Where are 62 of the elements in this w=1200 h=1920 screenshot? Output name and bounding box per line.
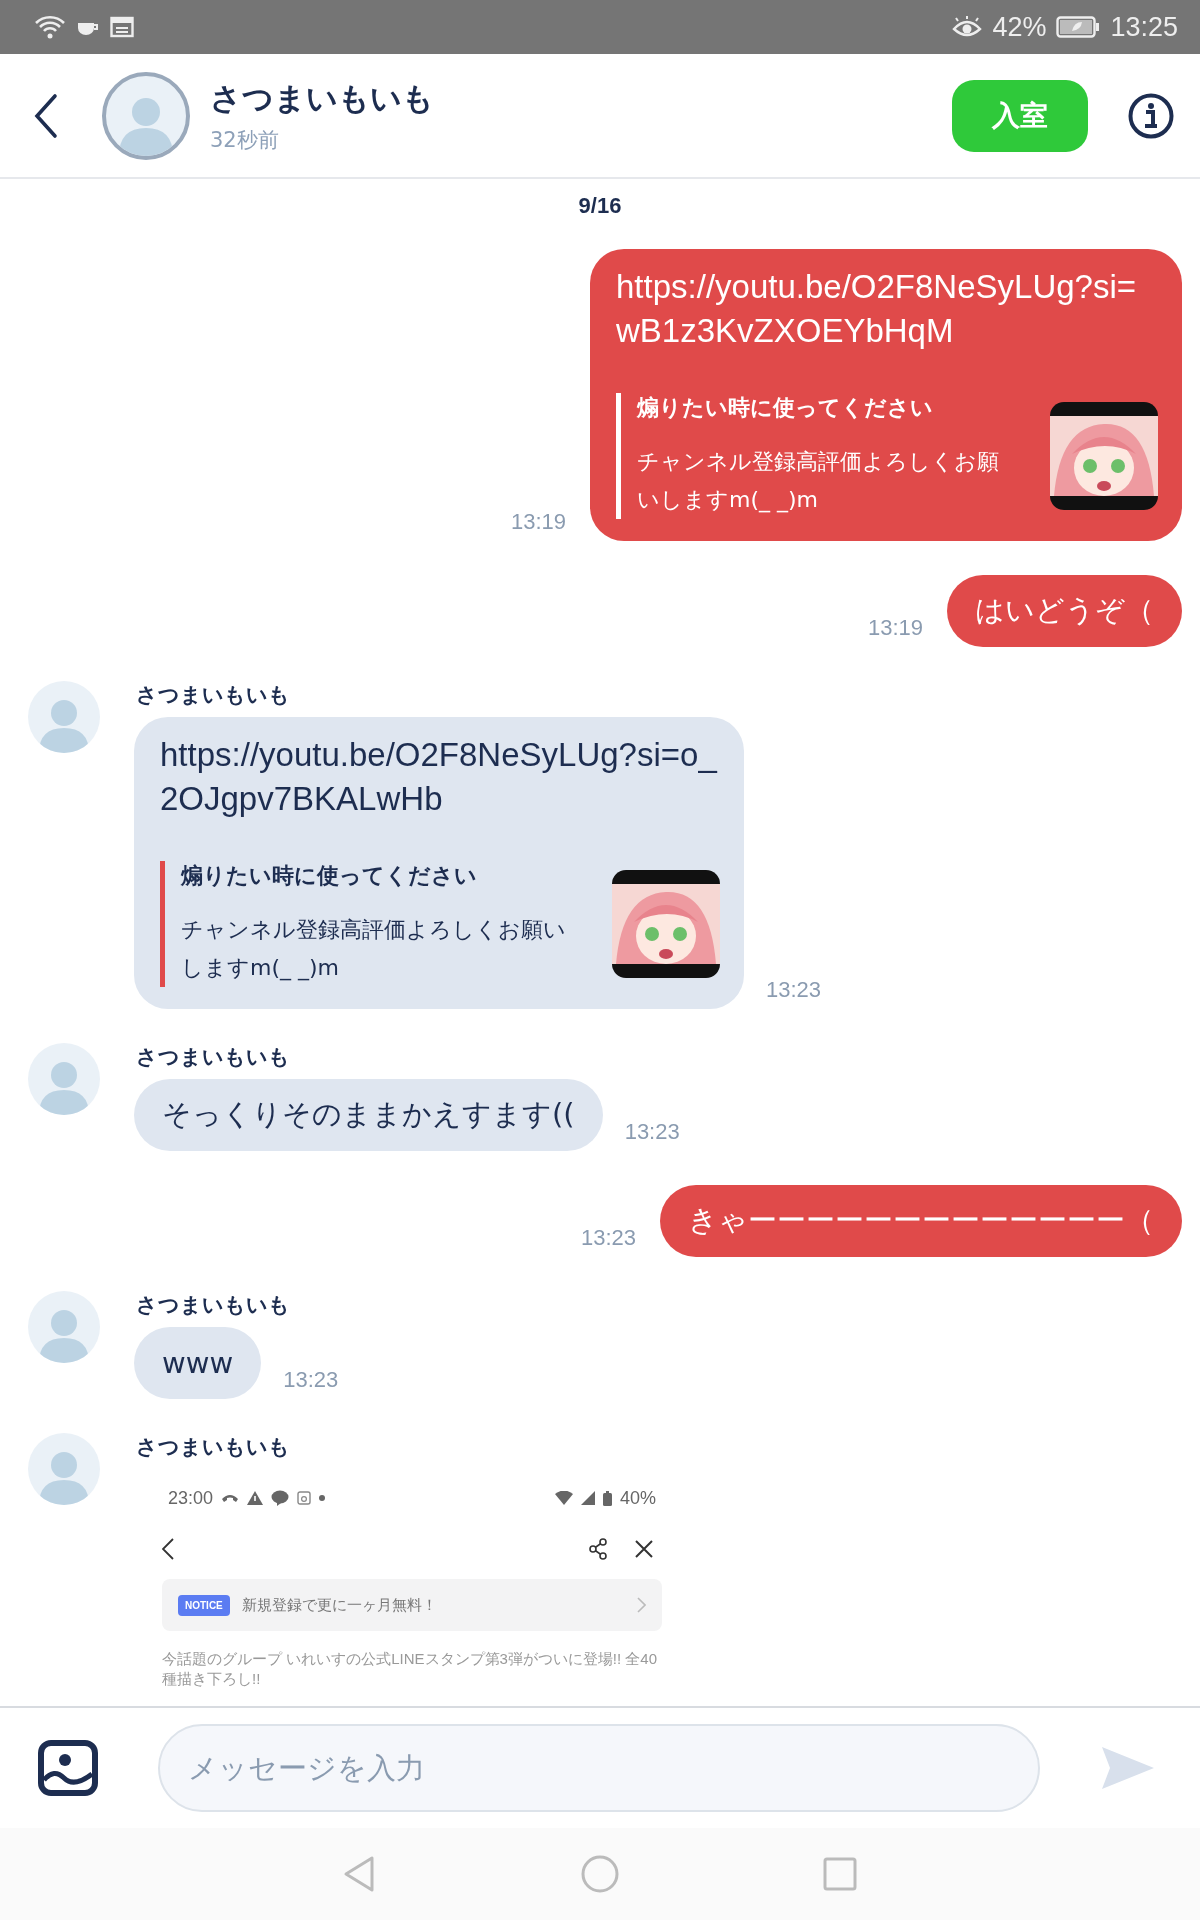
app-square-icon <box>297 1491 312 1505</box>
image-button[interactable] <box>38 1740 98 1796</box>
message-input-field[interactable]: メッセージを入力 <box>158 1724 1040 1812</box>
message-time: 13:23 <box>624 1119 680 1146</box>
enter-room-button[interactable]: 入室 <box>952 79 1088 152</box>
link-message-bubble[interactable]: https://youtu.be/O2F8NeSyLUg?si=wB1z3KvZXOEYbHqM 煽りたい時に使ってください チャンネル登録高評価よろしくお願いしますm(_ _)m <box>590 249 1182 541</box>
sender-name: さつまいもいも <box>135 682 291 709</box>
preview-title: 煽りたい時に使ってください <box>637 394 934 422</box>
eye-icon <box>952 16 983 38</box>
message-time: 13:19 <box>867 615 923 642</box>
screenshot-battery: 40% <box>619 1487 656 1509</box>
battery-icon <box>602 1490 612 1506</box>
back-icon <box>34 92 58 139</box>
battery-icon <box>1056 16 1101 38</box>
date-divider: 9/16 <box>578 193 622 219</box>
wifi-icon <box>34 14 66 40</box>
preview-description: チャンネル登録高評価よろしくお願いしますm(_ _)m <box>637 448 1000 515</box>
message-time: 13:19 <box>510 509 566 536</box>
image-icon <box>38 1740 98 1796</box>
chevron-icon <box>637 1597 646 1613</box>
back-icon <box>162 1538 174 1560</box>
last-seen-text: 32秒前 <box>210 126 280 154</box>
link-message-bubble[interactable]: https://youtu.be/O2F8NeSyLUg?si=o_2OJgpv7BKALwHb 煽りたい時に使ってください チャンネル登録高評価よろしくお願いしますm(_ _)m <box>134 717 744 1009</box>
message-bubble: www <box>134 1327 262 1399</box>
signal-icon <box>580 1491 595 1505</box>
contact-name: さつまいもいも <box>210 78 434 118</box>
info-icon <box>1128 92 1174 139</box>
calendar-icon <box>110 16 134 38</box>
circle-icon <box>580 1854 620 1894</box>
home-nav-button[interactable] <box>580 1854 620 1894</box>
send-icon <box>1100 1745 1156 1791</box>
battery-percent: 42% <box>992 11 1047 43</box>
message-time: 13:23 <box>766 977 822 1004</box>
screenshot-time: 23:00 <box>168 1487 214 1509</box>
sender-name: さつまいもいも <box>135 1434 291 1461</box>
sender-name: さつまいもいも <box>135 1292 291 1319</box>
wifi-icon <box>554 1491 573 1505</box>
link-preview[interactable]: 煽りたい時に使ってください チャンネル登録高評価よろしくお願いしますm(_ _)m <box>616 393 1158 519</box>
preview-description: チャンネル登録高評価よろしくお願いしますm(_ _)m <box>181 916 567 983</box>
message-time: 13:23 <box>580 1225 636 1252</box>
message-bubble: はいどうぞ（ <box>947 575 1182 647</box>
info-button[interactable] <box>1128 92 1174 139</box>
sender-name: さつまいもいも <box>135 1044 291 1071</box>
clock-time: 13:25 <box>1110 11 1178 43</box>
message-time: 13:23 <box>283 1367 339 1394</box>
message-bubble: きゃーーーーーーーーーーーーー（ <box>660 1185 1182 1257</box>
link-url: https://youtu.be/O2F8NeSyLUg?si=o_2OJgpv7BKALwHb <box>160 735 719 819</box>
message-bubble: そっくりそのままかえすます(( <box>134 1079 603 1151</box>
warning-icon <box>247 1491 264 1505</box>
notice-badge: NOTICE <box>178 1594 230 1616</box>
notice-banner[interactable]: NOTICE 新規登録で更に一ヶ月無料！ <box>162 1579 662 1631</box>
back-button[interactable] <box>34 92 58 139</box>
notice-text: 新規登録で更に一ヶ月無料！ <box>241 1595 438 1615</box>
link-preview[interactable]: 煽りたい時に使ってください チャンネル登録高評価よろしくお願いしますm(_ _)m <box>160 861 720 987</box>
link-url: https://youtu.be/O2F8NeSyLUg?si=wB1z3KvZXOEYbHqM <box>616 267 1138 351</box>
send-button[interactable] <box>1100 1745 1156 1791</box>
share-icon <box>588 1538 608 1560</box>
close-icon <box>634 1539 654 1559</box>
preview-title: 煽りたい時に使ってください <box>181 862 478 890</box>
article-text: 今話題のグループ いれいすの公式LINEスタンプ第3弾がついに登場!! 全40種描き下ろし!! <box>162 1649 659 1689</box>
dot-icon <box>319 1495 326 1501</box>
chat-bubble-icon <box>271 1490 290 1506</box>
